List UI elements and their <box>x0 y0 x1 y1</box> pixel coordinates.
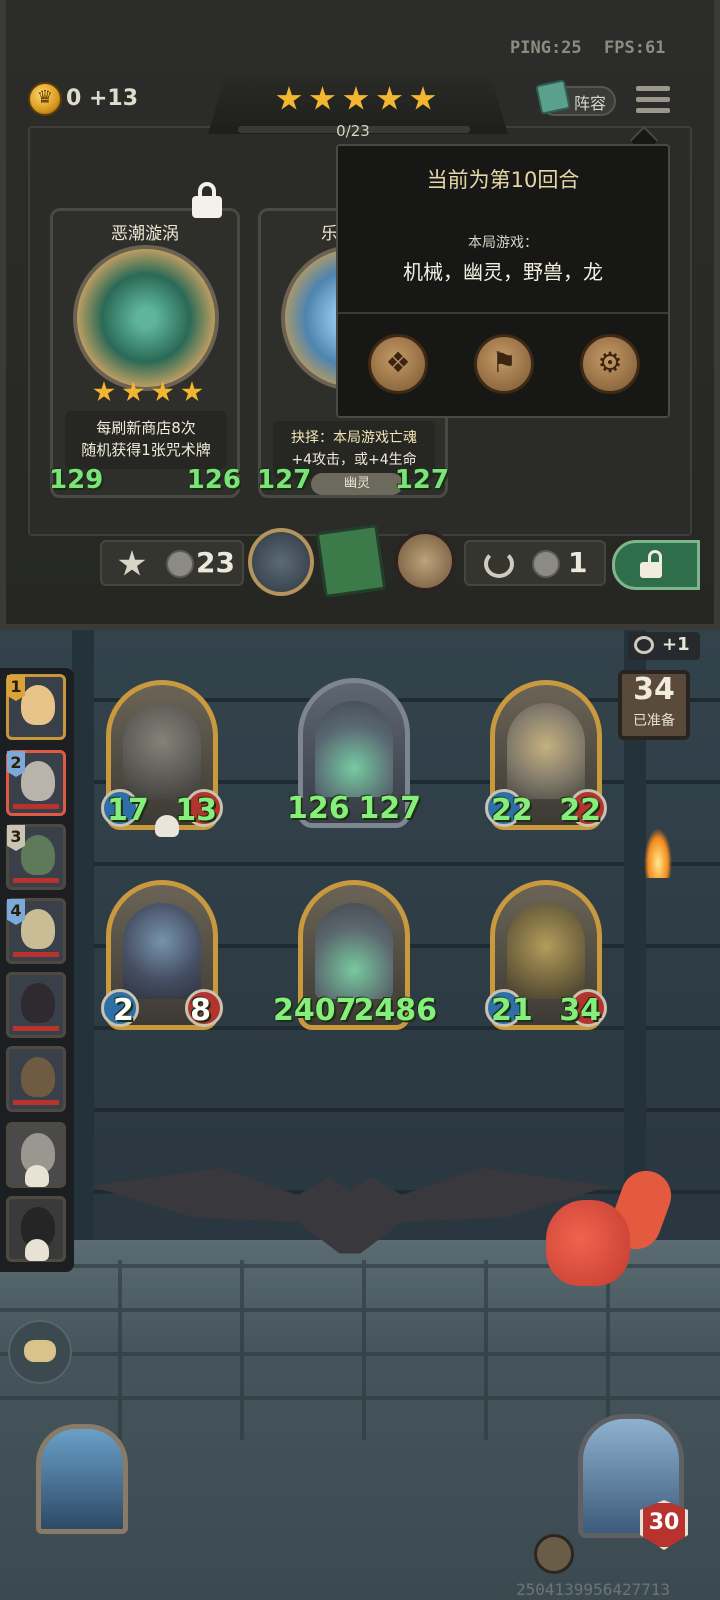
ping-readout: PING:25 <box>510 38 582 58</box>
roster-player-1[interactable]: 1 <box>6 674 66 740</box>
lineup-button-label: 阵容 <box>574 94 607 113</box>
minion-health: 127 <box>358 791 421 826</box>
gold-counter: 0 +13 <box>66 86 139 111</box>
card-desc-line: 每刷新商店8次 <box>96 419 196 437</box>
minion-attack: 22 <box>491 793 533 828</box>
coin-icon <box>532 550 560 578</box>
health-bar <box>13 1100 59 1105</box>
minion-attack: 2407 <box>273 993 357 1028</box>
star-icon <box>410 86 436 110</box>
roster-rank: 1 <box>7 675 25 701</box>
menu-icon[interactable] <box>636 86 670 116</box>
tribe-tag: 幽灵 <box>311 473 403 495</box>
star-icon <box>343 86 369 110</box>
minion-mech-golem[interactable]: 21 34 <box>485 880 607 1030</box>
health-bar <box>13 952 59 957</box>
pocket-watch-icon[interactable] <box>248 528 314 596</box>
card-desc-line: 随机获得1张咒术牌 <box>81 441 211 459</box>
star-icon <box>310 86 335 110</box>
chat-bubble-icon <box>24 1340 56 1362</box>
card-health: 126 <box>186 465 241 495</box>
minion-health: 2486 <box>353 993 438 1028</box>
player-id: 2504139956427713 <box>516 1580 671 1599</box>
skull-icon <box>25 1165 49 1187</box>
tavern-tier-stars <box>276 86 436 112</box>
card-health: 127 <box>394 465 449 495</box>
relic-orb-icon[interactable] <box>394 530 456 592</box>
popup-divider <box>338 312 668 314</box>
star-icon <box>377 86 402 110</box>
minion-attack: 126 <box>287 791 350 826</box>
unlock-icon <box>636 550 666 580</box>
roster-player-3[interactable]: 3 <box>6 824 66 890</box>
lock-icon[interactable] <box>192 182 222 218</box>
ready-count: 34 <box>633 672 675 707</box>
minion-attack: 17 <box>107 793 149 828</box>
opponent-hero-portrait[interactable] <box>36 1424 128 1534</box>
refresh-icon <box>484 550 514 578</box>
spellbook-icon[interactable] <box>315 524 387 598</box>
star-icon <box>276 86 302 110</box>
minion-attack: 21 <box>491 993 533 1028</box>
card-art-vortex <box>73 245 219 391</box>
roster-rank: 2 <box>7 751 25 777</box>
roster-player-5[interactable] <box>6 972 66 1038</box>
roster-player-2[interactable]: 2 <box>6 750 66 816</box>
star-icon <box>152 381 174 402</box>
ready-label: 已准备 <box>633 713 675 729</box>
spectator-count: +1 <box>662 634 690 655</box>
star-icon <box>122 381 144 402</box>
eye-icon <box>634 636 654 654</box>
minion-health: 13 <box>175 793 217 828</box>
gold-coin-icon: ♛ <box>28 82 62 116</box>
floor-tiles <box>0 1260 720 1440</box>
tavern-xp-text: 0/23 <box>336 122 370 140</box>
roster-player-8[interactable] <box>6 1196 66 1262</box>
health-bar <box>13 1026 59 1031</box>
minion-elf-woman[interactable]: 2 8 <box>101 880 223 1030</box>
minion-health: 22 <box>559 793 601 828</box>
hero-power-button[interactable] <box>534 1534 574 1574</box>
card-title: 恶潮漩涡 <box>111 224 179 244</box>
fps-readout: FPS:61 <box>604 38 666 58</box>
skull-icon <box>25 1239 49 1261</box>
shop-card-1[interactable]: 恶潮漩涡 每刷新商店8次 随机获得1张咒术牌 129 126 <box>49 208 241 498</box>
minion-hawk[interactable]: 17 13 <box>101 680 223 837</box>
minion-health: 34 <box>559 993 601 1028</box>
minion-windmill[interactable]: 22 22 <box>485 680 607 830</box>
wall-pillar <box>72 630 94 1250</box>
surrender-flag-icon[interactable]: ⚑ <box>474 334 534 394</box>
minion-dragon[interactable]: 2407 2486 <box>273 880 437 1030</box>
star-icon <box>93 381 115 402</box>
card-tier-stars <box>93 381 203 403</box>
hero-health: 30 <box>648 1510 680 1535</box>
skull-icon <box>155 815 179 837</box>
roster-player-6[interactable] <box>6 1046 66 1112</box>
collection-book-icon[interactable]: ❖ <box>368 334 428 394</box>
round-number-text: 当前为第10回合 <box>426 168 580 192</box>
card-attack: 127 <box>257 465 312 495</box>
lineup-icon <box>535 79 571 115</box>
health-bar <box>13 878 59 883</box>
minion-dragon[interactable]: 126 127 <box>287 678 421 828</box>
minion-attack: 2 <box>113 993 134 1028</box>
roster-rank: 3 <box>7 825 25 851</box>
card-attack: 129 <box>49 465 104 495</box>
star-icon <box>181 381 203 402</box>
refresh-cost: 1 <box>568 546 588 579</box>
card-desc-line: 抉择：本局游戏亡魂 <box>291 430 417 446</box>
upgrade-cost: 23 <box>196 546 235 579</box>
minion-health: 8 <box>190 993 211 1028</box>
game-tribes-list: 机械，幽灵，野兽，龙 <box>403 260 603 284</box>
roster-player-7[interactable] <box>6 1122 66 1188</box>
health-bar <box>13 804 59 809</box>
pet-cat[interactable] <box>546 1200 630 1286</box>
coin-icon <box>166 550 194 578</box>
settings-gear-icon[interactable]: ⚙ <box>580 334 640 394</box>
card-description: 每刷新商店8次 随机获得1张咒术牌 <box>65 411 227 469</box>
torch-flame-icon <box>644 828 672 878</box>
game-tribes-label: 本局游戏： <box>468 235 538 251</box>
roster-player-4[interactable]: 4 <box>6 898 66 964</box>
roster-rank: 4 <box>7 899 25 925</box>
